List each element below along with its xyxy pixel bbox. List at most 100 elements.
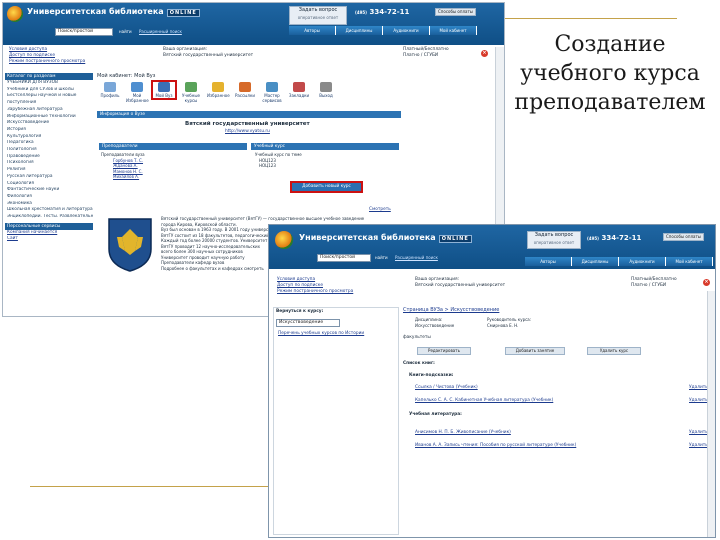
front-tab-cabinet[interactable]: Мой кабинет [666, 257, 713, 266]
title-rule-top [505, 18, 677, 19]
front-online-badge: ONLINE [438, 235, 472, 243]
front-breadcrumb[interactable]: Страница ВУЗа > Искусствоведение [403, 307, 499, 313]
slide-title-line1: Создание [554, 32, 666, 57]
front-edit-button[interactable]: Редактировать [417, 347, 471, 355]
book-link[interactable]: Иванов А. А. Запись чтения: Пособия по р… [415, 443, 576, 449]
back-top-tabs: Авторы Дисциплины Аудиокниги Мой кабинет [289, 26, 477, 35]
back-org: Ваша организация: Вятский государственны… [163, 47, 253, 59]
sidebar-item[interactable]: Экономика [5, 201, 93, 208]
sidebar-item[interactable]: Политология [5, 147, 93, 154]
front-ask-question-button[interactable]: Задать вопрос оперативное ответ [527, 231, 581, 249]
toolbar-item[interactable]: Мастер сервисов [261, 82, 283, 103]
toolbar-item[interactable]: Выход [315, 82, 337, 98]
sidebar-item[interactable]: Филология [5, 194, 93, 201]
front-left-head: Вернуться к курсу: [276, 309, 324, 314]
back-add-course-button[interactable]: Добавить новый курс [290, 181, 363, 193]
toolbar-item[interactable]: Закладки [288, 82, 310, 98]
back-link-pageview[interactable]: Режим постраничного просмотра [9, 59, 85, 65]
toolbar-item[interactable]: Избранное [207, 82, 230, 98]
teacher-item: Преподаватели вуза [101, 152, 145, 157]
sidebar-item[interactable]: Русская литература [5, 174, 93, 181]
back-sidebar-extra-1[interactable]: Компания начинается [5, 230, 93, 237]
slide-title-line2: учебного курса [520, 61, 700, 86]
front-tab-authors[interactable]: Авторы [525, 257, 572, 266]
sidebar-item[interactable]: История [5, 127, 93, 134]
back-ask-question-button[interactable]: Задать вопрос оперативное ответ [289, 6, 347, 25]
toolbar-item[interactable]: Профиль [99, 82, 121, 98]
back-search-button[interactable]: найти [119, 29, 132, 34]
back-pay-button[interactable]: Способы оплаты [435, 8, 476, 16]
front-sub: Платный/Бесплатно Платно / СГУБИ [631, 277, 677, 289]
front-search-button[interactable]: найти [375, 255, 388, 260]
toolbar-item-label: Профиль [100, 93, 120, 98]
front-search-input[interactable]: Поиск/простой [317, 254, 371, 262]
front-advanced-search-link[interactable]: Расширенный поиск [395, 255, 438, 260]
front-pay-button[interactable]: Способы оплаты [663, 233, 704, 241]
front-add-lesson-button[interactable]: Добавить занятие [505, 347, 565, 355]
sidebar-item[interactable]: УЧЕБНИКИ ДЛЯ ВУЗОВ [5, 80, 93, 87]
book-link[interactable]: Анисимов Н. П. Б. Живописание (Учебник) [415, 430, 511, 436]
toolbar-item-label: Мой Избранное [126, 93, 149, 103]
back-univ-link[interactable]: http://www.vyatsu.ru [225, 129, 270, 135]
toolbar-item[interactable]: Мой Избранное [126, 82, 149, 103]
front-left-link[interactable]: Перечень учебных курсов по Истории [278, 331, 364, 337]
toolbar-item[interactable]: Учебные курсы [180, 82, 202, 103]
exit-icon [320, 82, 332, 92]
sidebar-item[interactable]: Учебники для СУЗов и школы [5, 87, 93, 94]
sidebar-item[interactable]: Педагогика [5, 140, 93, 147]
course-item[interactable]: НОЦ123 [255, 163, 302, 169]
book-link[interactable]: Капелько С. А. С. Кабинетная Учебная лит… [415, 398, 553, 404]
sidebar-item[interactable]: Энциклопедии. Тесты. Развлекательные игр… [5, 214, 93, 221]
sidebar-item[interactable]: Правоведение [5, 154, 93, 161]
sidebar-item[interactable]: Культурология [5, 134, 93, 141]
book-link[interactable]: Ссылка / Чистова (Учебник) [415, 385, 478, 391]
back-close-icon[interactable]: × [481, 50, 488, 57]
shield-emblem-icon [108, 218, 152, 272]
back-tab-audiobooks[interactable]: Аудиокниги [383, 26, 430, 35]
description-line: Вятский государственный университет (Вят… [161, 216, 365, 221]
sidebar-item[interactable]: Школьная хрестоматия и литература [5, 207, 93, 214]
front-phone-prefix: (495) [587, 236, 600, 241]
back-sidebar-extra-2[interactable]: Сайт [5, 236, 93, 243]
toolbar-item-label: Мастер сервисов [262, 93, 282, 103]
sidebar-item[interactable]: поступления [5, 100, 93, 107]
back-phone-prefix: (495) [355, 10, 368, 15]
back-advanced-search-link[interactable]: Расширенный поиск [139, 29, 182, 34]
delete-link[interactable]: Удалить [689, 443, 708, 449]
front-scrollbar[interactable] [707, 291, 715, 537]
front-delete-course-button[interactable]: Удалить курс [587, 347, 641, 355]
sidebar-item[interactable]: Религия [5, 167, 93, 174]
sidebar-item[interactable]: Зарубежная литература [5, 107, 93, 114]
front-tab-audiobooks[interactable]: Аудиокниги [619, 257, 666, 266]
front-left-select[interactable]: Искусствоведение [276, 319, 340, 327]
back-sidebar: Каталог по разделам УЧЕБНИКИ ДЛЯ ВУЗОВ Уч… [5, 73, 93, 243]
toolbar-item[interactable]: Мой Вуз [151, 80, 177, 100]
delete-link[interactable]: Удалить [689, 398, 708, 404]
bottom-rule [30, 486, 275, 487]
toolbar-item[interactable]: Рассылки [234, 82, 256, 98]
sidebar-item[interactable]: Психология [5, 160, 93, 167]
star-icon [212, 82, 224, 92]
back-tab-authors[interactable]: Авторы [289, 26, 336, 35]
back-tab-cabinet[interactable]: Мой кабинет [430, 26, 477, 35]
front-course-author: Руководитель курса: Смирнова Е. Н. [487, 317, 531, 328]
delete-link[interactable]: Удалить [689, 430, 708, 436]
front-owner-value: Искусствоведение [415, 322, 455, 328]
front-top-tabs: Авторы Дисциплины Аудиокниги Мой кабинет [525, 257, 713, 266]
teacher-item[interactable]: Михайлов А. [101, 174, 145, 180]
sidebar-item[interactable]: Фантастические науки [5, 187, 93, 194]
back-search-input[interactable]: Поиск/простой [55, 28, 113, 36]
sidebar-item[interactable]: Искусствоведение [5, 120, 93, 127]
back-tab-disciplines[interactable]: Дисциплины [336, 26, 383, 35]
front-tab-disciplines[interactable]: Дисциплины [572, 257, 619, 266]
back-univ-section: Информация о Вузе [97, 111, 401, 118]
sidebar-item[interactable]: Социология [5, 181, 93, 188]
back-sidebar-head: Каталог по разделам [5, 73, 93, 80]
sidebar-item[interactable]: Бестселлеры научной и новые [5, 93, 93, 100]
delete-link[interactable]: Удалить [689, 385, 708, 391]
front-close-icon[interactable]: × [703, 279, 710, 286]
back-more-link[interactable]: Смотреть [369, 207, 391, 213]
sidebar-item[interactable]: Информационные технологии [5, 114, 93, 121]
back-courses-list: Учебный курс по теме НОЦ123 НОЦ123 [255, 152, 302, 169]
front-link-pageview[interactable]: Режим постраничного просмотра [277, 289, 353, 295]
